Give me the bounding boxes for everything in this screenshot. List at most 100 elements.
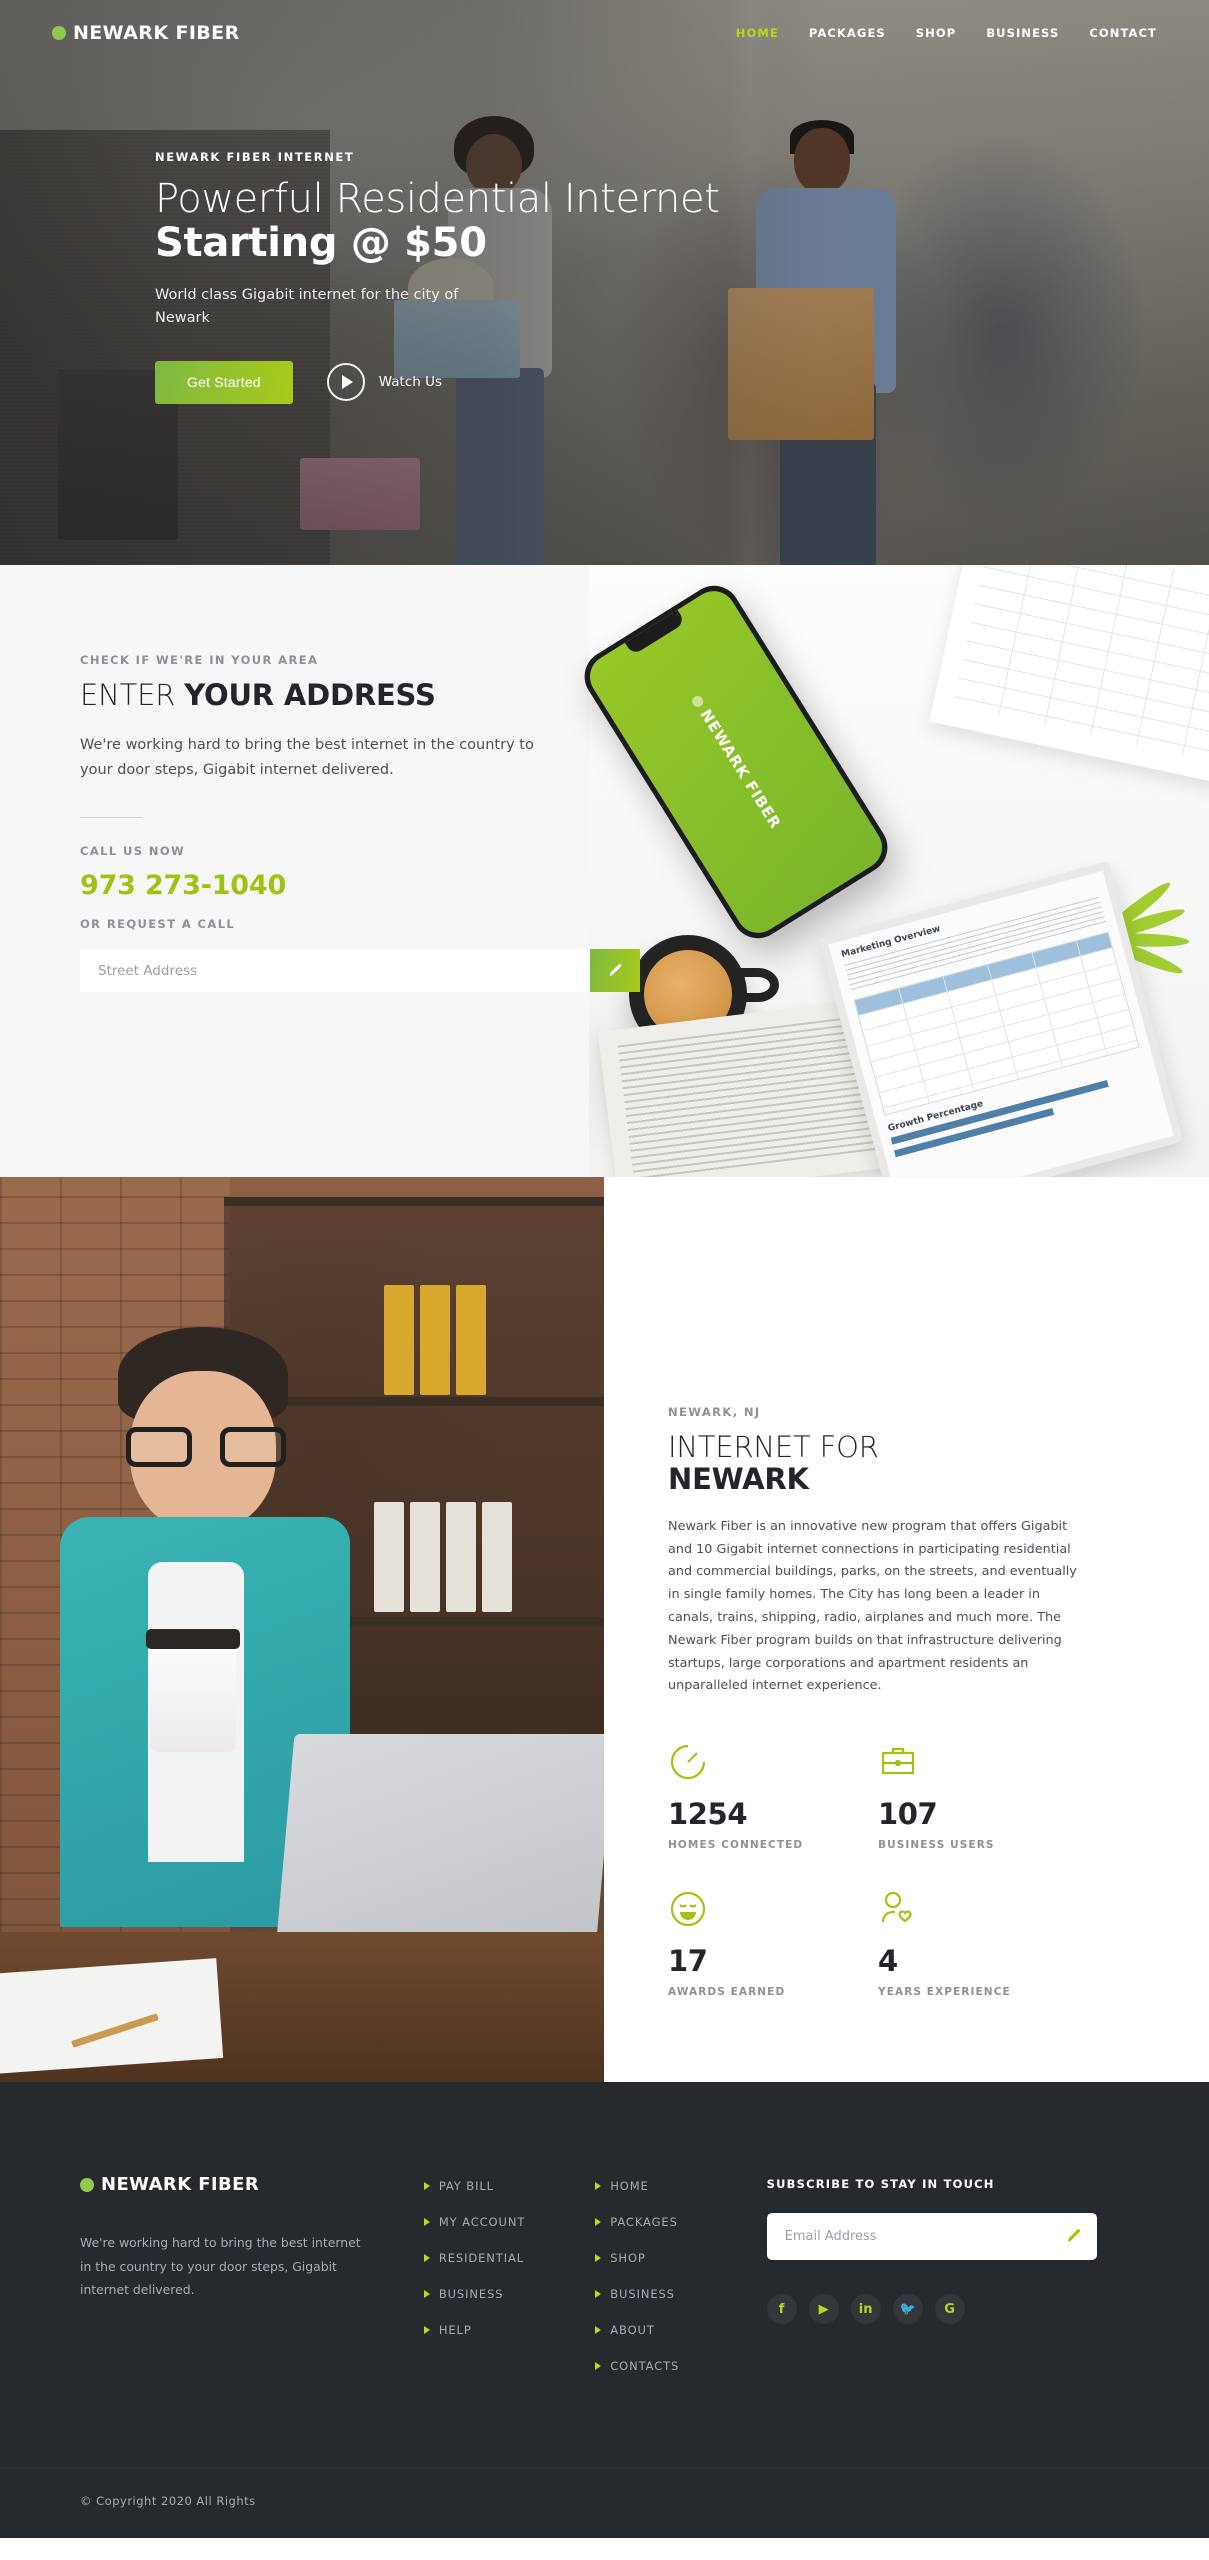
address-heading-bold: YOUR ADDRESS [184,678,436,712]
copyright-text: © Copyright 2020 All Rights [80,2494,256,2508]
phone-number[interactable]: 973 273-1040 [80,870,620,901]
footer-links-column-2: HOME PACKAGES SHOP BUSINESS ABOUT CONTAC… [595,2174,766,2395]
nav-item-business[interactable]: BUSINESS [986,26,1059,40]
social-links: f ▶ in 🐦 G [766,2294,1129,2324]
stats-row-1: 1254 HOMES CONNECTED 107 BUSINESS USERS [668,1742,1088,1851]
footer-subscribe-block: SUBSCRIBE TO STAY IN TOUCH f ▶ in 🐦 G [766,2174,1129,2395]
newark-heading-bold: NEWARK [668,1462,809,1497]
footer-logo[interactable]: NEWARK FIBER [80,2174,374,2195]
footer-link-help[interactable]: HELP [423,2323,595,2337]
stats-grid: 1254 HOMES CONNECTED 107 BUSINESS USERS [668,1742,1088,1998]
address-heading-light: ENTER [80,678,185,712]
takeaway-coffee-cup [146,1629,240,1752]
arrow-right-icon [423,2254,430,2262]
newark-paragraph: Newark Fiber is an innovative new progra… [668,1518,1077,1694]
address-check-section: NEWARK FIBER Marketing Overview Growth P… [0,565,1209,1177]
site-footer: NEWARK FIBER We're working hard to bring… [0,2082,1209,2538]
hero-actions: Get Started Watch Us [155,360,795,404]
phone-mockup: NEWARK FIBER [574,575,898,949]
arrow-right-icon [423,2326,430,2334]
eyeglasses-icon [126,1427,286,1467]
google-icon[interactable]: G [934,2294,965,2324]
nav-item-contact[interactable]: CONTACT [1089,26,1157,40]
hero-content: NEWARK FIBER INTERNET Powerful Residenti… [155,150,795,404]
footer-link-shop[interactable]: SHOP [595,2251,766,2265]
address-heading: ENTER YOUR ADDRESS [80,679,620,711]
speedometer-icon [670,1744,706,1780]
footer-link-label: SHOP [610,2251,646,2265]
footer-link-label: CONTACTS [610,2359,680,2373]
smiley-icon [670,1891,706,1927]
footer-link-pay-bill[interactable]: PAY BILL [423,2179,595,2193]
youtube-icon[interactable]: ▶ [808,2294,839,2324]
address-text-block: CHECK IF WE'RE IN YOUR AREA ENTER YOUR A… [80,653,640,993]
person-heart-icon [881,1891,912,1923]
arrow-right-icon [595,2218,602,2226]
street-address-input[interactable] [80,949,590,993]
arrow-right-icon [595,2182,602,2190]
footer-link-label: RESIDENTIAL [438,2251,525,2265]
stat-value: 17 [668,1944,708,1979]
divider-rule [80,817,142,819]
footer-link-business-2[interactable]: BUSINESS [595,2287,766,2301]
address-description: We're working hard to bring the best int… [80,737,534,779]
site-logo[interactable]: NEWARK FIBER [52,22,240,44]
footer-link-label: BUSINESS [438,2287,504,2301]
nav-item-home[interactable]: HOME [736,26,779,40]
email-input[interactable] [766,2213,1097,2260]
phone-brand-label: NEWARK FIBER [687,692,785,832]
footer-link-my-account[interactable]: MY ACCOUNT [423,2215,595,2229]
address-eyebrow: CHECK IF WE'RE IN YOUR AREA [80,653,319,667]
notepad [0,1958,224,2074]
pencil-icon[interactable] [1065,2227,1083,2245]
wooden-desk [0,1932,604,2082]
facebook-icon[interactable]: f [766,2294,797,2324]
footer-link-business[interactable]: BUSINESS [423,2287,595,2301]
internet-for-newark-section: NEWARK, NJ INTERNET FOR NEWARK Newark Fi… [0,1177,1209,2082]
arrow-right-icon [423,2182,430,2190]
footer-link-label: ABOUT [610,2323,655,2337]
arrow-right-icon [595,2254,602,2262]
stat-value: 1254 [668,1797,748,1832]
footer-link-home[interactable]: HOME [595,2179,766,2193]
linkedin-icon[interactable]: in [850,2294,881,2324]
footer-link-about[interactable]: ABOUT [595,2323,766,2337]
address-submit-button[interactable] [590,949,640,993]
footer-link-label: PACKAGES [610,2215,678,2229]
subscribe-title: SUBSCRIBE TO STAY IN TOUCH [766,2177,995,2191]
hero-subtitle: World class Gigabit internet for the cit… [155,286,459,327]
nav-item-shop[interactable]: SHOP [916,26,957,40]
stat-value: 4 [878,1944,898,1979]
newark-eyebrow: NEWARK, NJ [668,1405,761,1419]
stat-years-experience: 4 YEARS EXPERIENCE [878,1889,1088,1998]
footer-brand-block: NEWARK FIBER We're working hard to bring… [80,2174,424,2395]
stat-label: YEARS EXPERIENCE [878,1986,1011,1999]
footer-link-packages[interactable]: PACKAGES [595,2215,766,2229]
top-navigation-bar: NEWARK FIBER HOME PACKAGES SHOP BUSINESS… [0,0,1209,66]
hero-eyebrow: NEWARK FIBER INTERNET [155,150,355,164]
hero-title-line2: Starting @ $50 [155,220,487,267]
call-us-label: CALL US NOW [80,844,186,859]
footer-links-column-1: PAY BILL MY ACCOUNT RESIDENTIAL BUSINESS… [423,2174,595,2395]
arrow-right-icon [423,2290,430,2298]
nav-item-packages[interactable]: PACKAGES [809,26,886,40]
newark-heading-light: INTERNET FOR [668,1430,879,1464]
pencil-icon [609,964,621,977]
footer-link-contacts[interactable]: CONTACTS [595,2359,766,2373]
coffee-cup-handle [737,968,779,1002]
twitter-icon[interactable]: 🐦 [892,2294,923,2324]
footer-link-residential[interactable]: RESIDENTIAL [423,2251,595,2265]
stat-value: 107 [878,1797,938,1832]
watch-us-button[interactable]: Watch Us [326,363,443,402]
office-photo [0,1177,604,2082]
watch-us-label: Watch Us [378,374,443,391]
footer-bottom-bar: © Copyright 2020 All Rights [0,2467,1209,2538]
desk-papers [929,565,1209,784]
stat-homes-connected: 1254 HOMES CONNECTED [668,1742,878,1851]
logo-text: NEWARK FIBER [73,22,240,44]
stat-label: AWARDS EARNED [668,1986,786,1999]
stat-business-users: 107 BUSINESS USERS [878,1742,1088,1851]
footer-logo-text: NEWARK FIBER [101,2174,260,2195]
get-started-button[interactable]: Get Started [155,360,293,404]
stat-label: BUSINESS USERS [878,1839,995,1852]
